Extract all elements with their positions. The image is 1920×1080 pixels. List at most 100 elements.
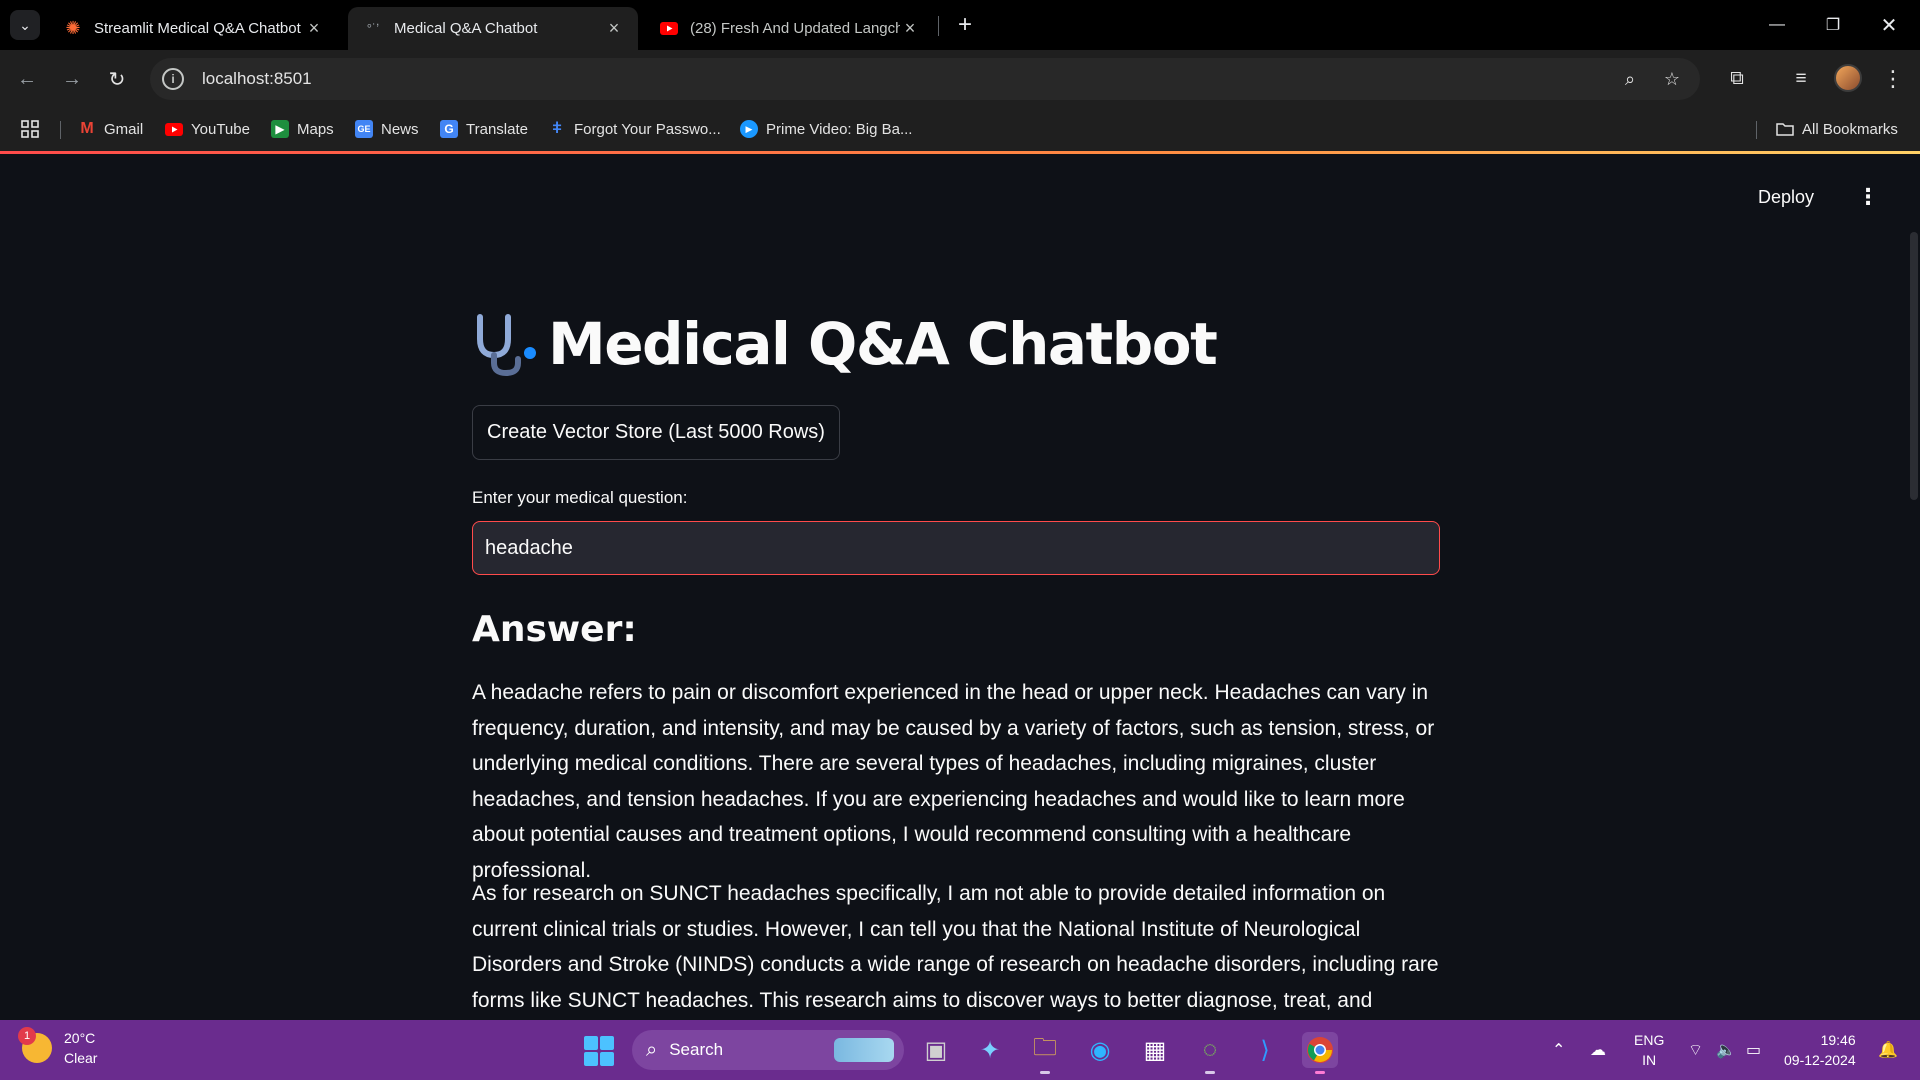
bookmark-label: Translate — [466, 120, 528, 138]
file-explorer-icon[interactable]: 🗀 — [1027, 1032, 1063, 1074]
gmail-icon: M — [80, 120, 94, 137]
question-input[interactable]: headache — [472, 521, 1440, 575]
youtube-icon — [660, 20, 678, 38]
back-icon[interactable]: ← — [10, 62, 44, 96]
stethoscope-icon — [477, 314, 536, 377]
bookmark-label: Maps — [297, 120, 334, 138]
tab-title: Streamlit Medical Q&A Chatbot — [94, 20, 301, 37]
tab-streamlit-medical[interactable]: ✺ Streamlit Medical Q&A Chatbot × — [48, 7, 338, 50]
bookmark-separator — [60, 121, 61, 139]
deploy-button[interactable]: Deploy — [1758, 187, 1814, 208]
taskbar-search[interactable]: ⌕ Search — [632, 1030, 904, 1070]
notification-badge: 1 — [18, 1027, 36, 1045]
site-info-icon[interactable]: i — [162, 68, 184, 90]
bookmark-label: News — [381, 120, 419, 138]
close-tab-icon[interactable]: × — [604, 18, 624, 39]
youtube-icon — [165, 120, 183, 138]
forward-icon[interactable]: → — [55, 62, 89, 96]
translate-icon: G — [440, 120, 458, 138]
tab-medical-chatbot[interactable]: °˙ʼ Medical Q&A Chatbot × — [348, 7, 638, 50]
edge-icon[interactable]: ◉ — [1082, 1032, 1118, 1068]
browser-tab-strip: ⌄ ✺ Streamlit Medical Q&A Chatbot × °˙ʼ … — [0, 0, 1920, 50]
close-window-icon[interactable]: ✕ — [1866, 0, 1912, 50]
restore-icon[interactable]: ❐ — [1810, 0, 1856, 50]
folder-icon — [1776, 120, 1794, 138]
search-icon: ⌕ — [646, 1038, 658, 1061]
prime-video-icon: ▶ — [740, 120, 758, 138]
language-region: IN — [1642, 1052, 1657, 1068]
maps-icon: ▶ — [271, 120, 289, 138]
search-label: Search — [669, 1040, 724, 1059]
all-bookmarks[interactable]: All Bookmarks — [1776, 117, 1898, 141]
tab-title: (28) Fresh And Updated Langchain — [690, 20, 900, 37]
all-bookmarks-label: All Bookmarks — [1802, 120, 1898, 138]
main-menu-icon[interactable]: ⋮ — [1856, 182, 1880, 212]
tray-overflow-icon[interactable]: ⌃ — [1552, 1020, 1565, 1080]
bookmark-prime-video[interactable]: ▶ Prime Video: Big Ba... — [740, 117, 912, 141]
bookmark-translate[interactable]: G Translate — [440, 117, 528, 141]
bookmark-news[interactable]: GE News — [355, 117, 419, 141]
copilot-icon[interactable]: ✦ — [972, 1032, 1008, 1068]
answer-paragraph: As for research on SUNCT headaches speci… — [472, 882, 1439, 1012]
bookmark-gmail[interactable]: M Gmail — [78, 117, 143, 141]
volume-icon[interactable]: 🔈 — [1716, 1020, 1736, 1080]
bookmark-maps[interactable]: ▶ Maps — [271, 117, 334, 141]
address-bar[interactable]: i localhost:8501 ⌕ ☆ — [150, 58, 1700, 100]
apps-grid-icon[interactable] — [20, 117, 40, 141]
search-highlight-art — [834, 1038, 894, 1062]
close-tab-icon[interactable]: × — [304, 18, 324, 39]
moon-icon: 1 — [18, 1027, 52, 1063]
media-controls-icon[interactable]: ≡ — [1784, 62, 1818, 96]
url-text[interactable]: localhost:8501 — [202, 69, 312, 89]
key-icon: ǂ — [552, 120, 562, 137]
tab-search-chevron-icon[interactable]: ⌄ — [10, 10, 40, 40]
bookmark-forgot-password[interactable]: ǂ Forgot Your Passwo... — [548, 117, 721, 141]
clock-time: 19:46 — [1820, 1032, 1856, 1048]
question-label: Enter your medical question: — [472, 488, 688, 507]
bookmark-label: Prime Video: Big Ba... — [766, 120, 913, 138]
weather-widget[interactable]: 1 20°C Clear — [18, 1027, 98, 1068]
tab-title: Medical Q&A Chatbot — [394, 20, 538, 37]
vscode-icon[interactable]: ⟩ — [1247, 1032, 1283, 1068]
windows-start-icon[interactable] — [584, 1036, 614, 1066]
extensions-icon[interactable]: ⧉ — [1720, 62, 1754, 96]
page-header: Medical Q&A Chatbot — [472, 304, 1218, 384]
answer-heading: Answer: — [472, 609, 637, 650]
scrollbar[interactable] — [1910, 232, 1918, 500]
notifications-icon[interactable]: 🔔 — [1878, 1020, 1898, 1080]
bookmark-label: YouTube — [191, 120, 250, 138]
bookmark-star-icon[interactable]: ☆ — [1660, 67, 1684, 91]
bookmarks-bar: M Gmail YouTube ▶ Maps GE News G Transla… — [0, 107, 1920, 151]
microsoft-store-icon[interactable]: ▦ — [1137, 1032, 1173, 1068]
spinner-app-icon[interactable]: ◌ — [1192, 1032, 1228, 1074]
new-tab-icon[interactable]: + — [950, 10, 980, 40]
zoom-icon[interactable]: ⌕ — [1618, 67, 1642, 91]
onedrive-icon[interactable]: ☁ — [1590, 1020, 1606, 1080]
tab-youtube-langchain[interactable]: (28) Fresh And Updated Langchain × — [644, 7, 934, 50]
loading-dots-icon: °˙ʼ — [366, 21, 380, 36]
reload-icon[interactable]: ↻ — [100, 62, 134, 96]
close-tab-icon[interactable]: × — [900, 18, 920, 39]
minimize-icon[interactable]: — — [1754, 0, 1800, 50]
taskbar: 1 20°C Clear ⌕ Search ▣ ✦ 🗀 ◉ ▦ ◌ ⟩ ⌃ ☁ … — [0, 1020, 1920, 1080]
weather-condition: Clear — [64, 1050, 98, 1066]
streamlit-app: Deploy ⋮ Medical Q&A Chatbot Create Vect… — [0, 154, 1920, 1020]
clock-date: 09-12-2024 — [1784, 1052, 1856, 1068]
battery-icon[interactable]: ▭ — [1746, 1020, 1761, 1080]
avatar[interactable] — [1834, 64, 1862, 92]
page-title: Medical Q&A Chatbot — [548, 310, 1218, 378]
wifi-icon[interactable]: ⌔ — [1688, 1020, 1703, 1080]
task-view-icon[interactable]: ▣ — [918, 1032, 954, 1068]
bookmark-label: Gmail — [104, 120, 144, 138]
bookmark-youtube[interactable]: YouTube — [165, 117, 250, 141]
chrome-icon[interactable] — [1302, 1032, 1338, 1074]
chrome-menu-icon[interactable]: ⋮ — [1876, 62, 1910, 96]
streamlit-star-icon: ✺ — [65, 18, 81, 38]
browser-toolbar: ← → ↻ i localhost:8501 ⌕ ☆ ⧉ ≡ ⋮ — [0, 50, 1920, 107]
language-indicator[interactable]: ENG IN — [1634, 1020, 1664, 1080]
tab-separator — [938, 16, 939, 36]
create-vector-store-button[interactable]: Create Vector Store (Last 5000 Rows) — [472, 405, 840, 460]
clock[interactable]: 19:46 09-12-2024 — [1784, 1020, 1856, 1080]
language-code: ENG — [1634, 1032, 1665, 1048]
bookmark-label: Forgot Your Passwo... — [574, 120, 721, 138]
